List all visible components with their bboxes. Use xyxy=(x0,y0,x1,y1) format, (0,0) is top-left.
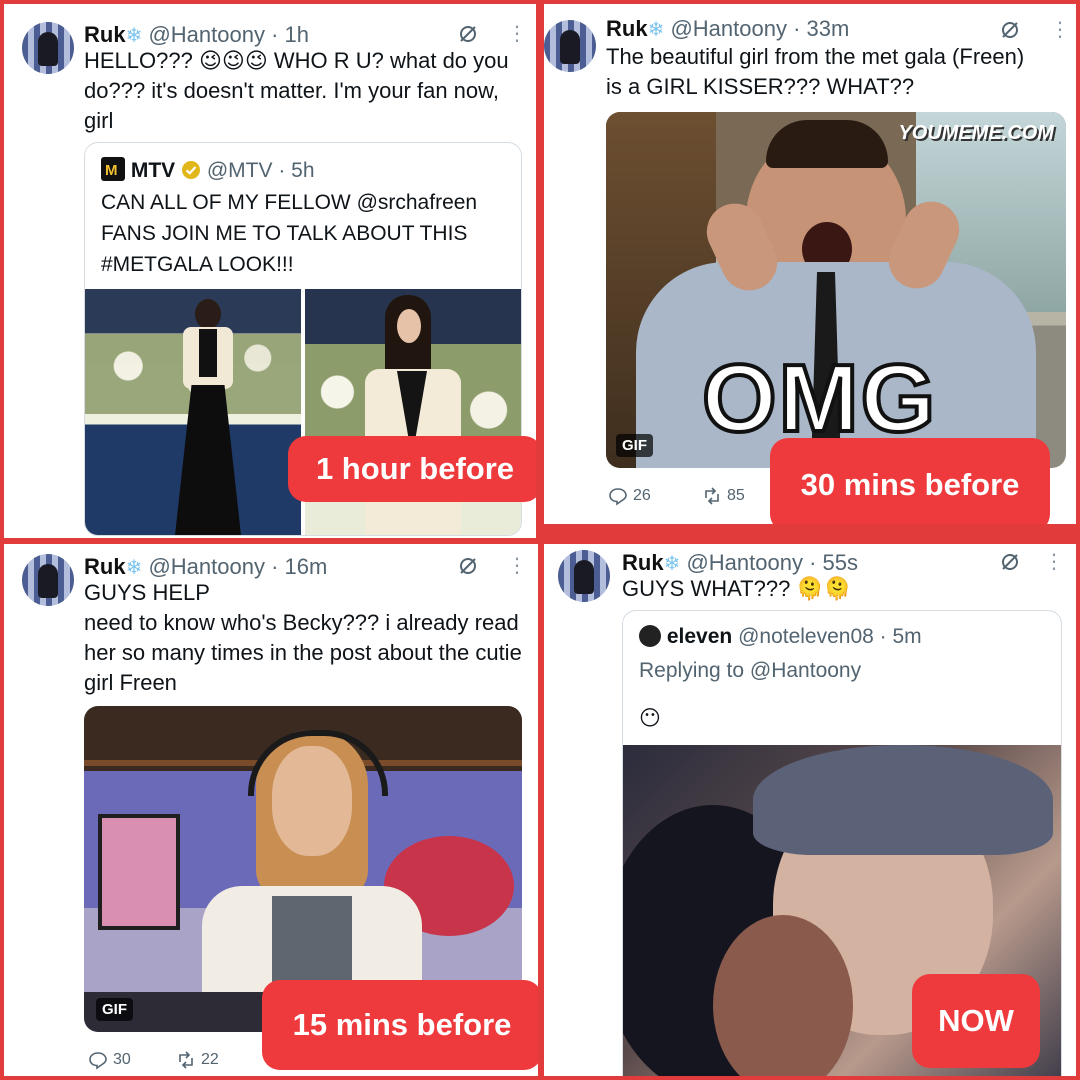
repost-count: 22 xyxy=(201,1051,219,1068)
more-icon[interactable]: ⋮ xyxy=(1044,552,1064,572)
tweet-text-line1: GUYS HELP xyxy=(84,580,210,605)
grok-icon[interactable] xyxy=(1000,20,1020,40)
reply-icon xyxy=(89,1052,107,1070)
reply-stat[interactable]: 26 xyxy=(608,486,651,506)
svg-text:M: M xyxy=(105,162,118,179)
repost-stat[interactable]: 85 xyxy=(702,486,745,506)
author-name[interactable]: Ruk xyxy=(84,554,126,579)
time-label: 1 hour before xyxy=(288,436,536,502)
author-handle[interactable]: @Hantoony xyxy=(148,554,265,579)
time-label: NOW xyxy=(912,974,1040,1068)
author-name[interactable]: Ruk xyxy=(84,22,126,47)
author-name[interactable]: Ruk xyxy=(606,16,648,41)
quote-photo-left[interactable] xyxy=(85,289,301,535)
more-icon[interactable]: ⋮ xyxy=(507,556,527,576)
tweet-header: Ruk❄ @Hantoony · 33m xyxy=(606,16,849,42)
quote-reply-to[interactable]: Replying to @Hantoony xyxy=(639,655,1049,686)
tweet-panel-30mins: Ruk❄ @Hantoony · 33m ⋮ The beautiful gir… xyxy=(544,4,1076,524)
verified-icon xyxy=(182,161,201,179)
tweet-panel-15mins: Ruk❄ @Hantoony · 16m ⋮ GUYS HELP need to… xyxy=(4,544,538,1076)
tweet-text: need to know who's Becky??? i already re… xyxy=(84,610,522,695)
repost-stat[interactable]: 22 xyxy=(176,1050,219,1070)
tweet-header: Ruk❄ @Hantoony · 16m xyxy=(84,554,327,580)
tweet-header: Ruk❄ @Hantoony · 55s xyxy=(622,550,858,576)
gif-badge: GIF xyxy=(616,434,653,457)
tweet-text: GUYS WHAT??? 🫠🫠 xyxy=(622,576,852,601)
avatar[interactable] xyxy=(22,554,74,606)
tweet-text: The beautiful girl from the met gala (Fr… xyxy=(606,44,1025,99)
quote-text: 😶 xyxy=(639,707,661,730)
grok-icon[interactable] xyxy=(1000,552,1020,572)
tweet-panel-1hour: Ruk❄ @Hantoony · 1h ⋮ HELLO??? 😉😉😉 WHO R… xyxy=(4,4,536,538)
quote-header: M MTV @MTV · 5h xyxy=(101,157,315,183)
quote-header: eleven @noteleven08 · 5m xyxy=(639,625,922,649)
gif-badge: GIF xyxy=(96,998,133,1021)
reply-count: 26 xyxy=(633,487,651,504)
snowflake-icon: ❄ xyxy=(125,25,143,47)
gif-watermark: YOUMEME.COM xyxy=(898,122,1054,144)
tweet-time[interactable]: · 1h xyxy=(271,22,309,47)
mtv-logo-icon: M xyxy=(101,157,125,181)
quote-author-handle[interactable]: @MTV · 5h xyxy=(207,159,315,182)
avatar[interactable] xyxy=(639,625,661,647)
tweet-text: HELLO??? 😉😉😉 WHO R U? what do you do??? … xyxy=(84,48,509,133)
author-handle[interactable]: @Hantoony xyxy=(148,22,265,47)
tweet-time[interactable]: · 55s xyxy=(809,550,858,575)
avatar[interactable] xyxy=(544,20,596,72)
reply-count: 30 xyxy=(113,1051,131,1068)
author-handle[interactable]: @Hantoony xyxy=(670,16,787,41)
more-icon[interactable]: ⋮ xyxy=(507,24,527,44)
repost-icon xyxy=(705,487,719,505)
more-icon[interactable]: ⋮ xyxy=(1050,20,1070,40)
author-handle[interactable]: @Hantoony xyxy=(686,550,803,575)
quote-author-name[interactable]: eleven xyxy=(667,625,732,648)
grok-icon[interactable] xyxy=(458,556,478,576)
avatar[interactable] xyxy=(22,22,74,74)
tweet-panel-now: Ruk❄ @Hantoony · 55s ⋮ GUYS WHAT??? 🫠🫠 e… xyxy=(544,544,1076,1076)
tweet-time[interactable]: · 33m xyxy=(793,16,849,41)
reply-icon xyxy=(609,488,627,506)
author-name[interactable]: Ruk xyxy=(622,550,664,575)
snowflake-icon: ❄ xyxy=(647,19,665,41)
snowflake-icon: ❄ xyxy=(663,553,681,575)
tweet-header: Ruk❄ @Hantoony · 1h xyxy=(84,22,309,48)
repost-count: 85 xyxy=(727,487,745,504)
time-label: 30 mins before xyxy=(770,438,1050,524)
quote-author-handle[interactable]: @noteleven08 · 5m xyxy=(738,625,922,648)
time-label: 15 mins before xyxy=(262,980,538,1070)
tweet-time[interactable]: · 16m xyxy=(271,554,327,579)
gif-media[interactable]: YOUMEME.COM OMG GIF xyxy=(606,112,1066,468)
quote-text: CAN ALL OF MY FELLOW @srchafreen FANS JO… xyxy=(101,191,478,276)
quote-author-name[interactable]: MTV xyxy=(131,159,175,182)
avatar[interactable] xyxy=(558,550,610,602)
reply-stat[interactable]: 30 xyxy=(88,1050,131,1070)
snowflake-icon: ❄ xyxy=(125,557,143,579)
repost-icon xyxy=(179,1051,193,1069)
grok-icon[interactable] xyxy=(458,24,478,44)
